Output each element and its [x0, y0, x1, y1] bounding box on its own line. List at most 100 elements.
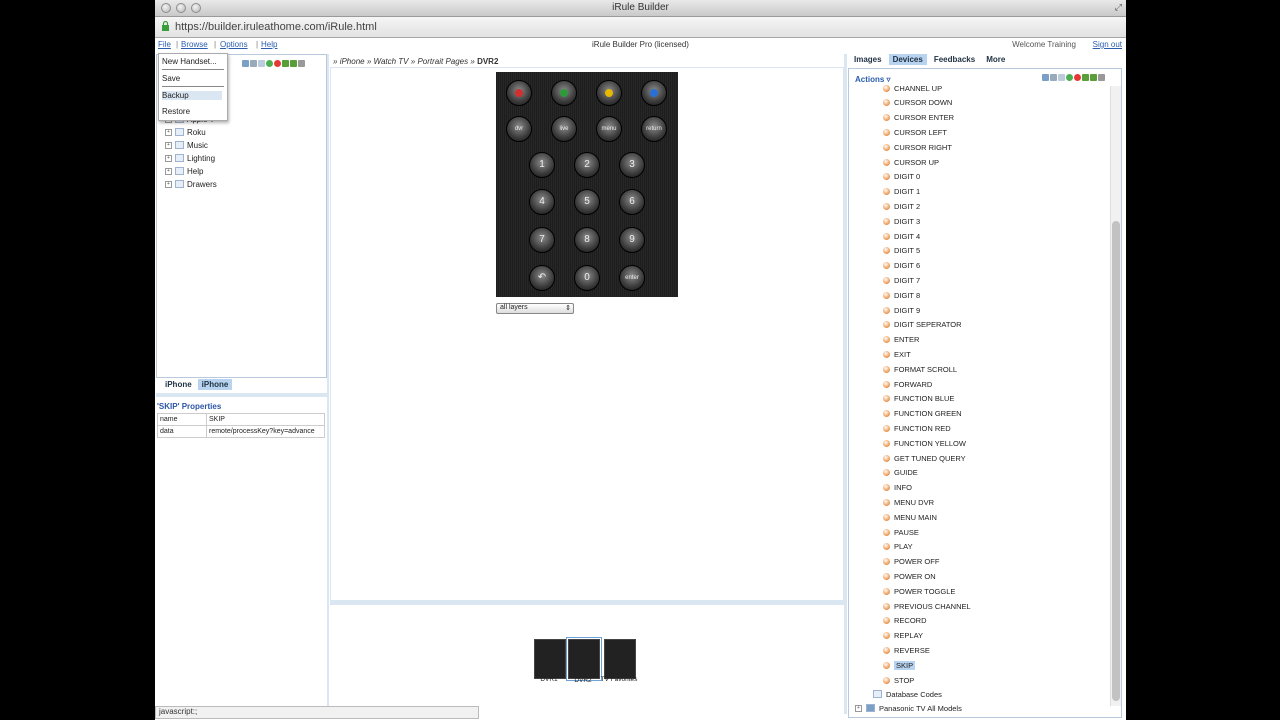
command-item[interactable]: DIGIT 3: [883, 215, 920, 227]
digit-6-button[interactable]: 6: [619, 189, 645, 215]
digit-1-button[interactable]: 1: [529, 152, 555, 178]
lock-icon[interactable]: [298, 60, 305, 67]
digit-5-button[interactable]: 5: [574, 189, 600, 215]
left-splitter[interactable]: [327, 54, 329, 706]
command-item[interactable]: POWER OFF: [883, 556, 939, 568]
layer-select[interactable]: all layers ⇕: [496, 303, 574, 314]
command-item[interactable]: DIGIT 1: [883, 186, 920, 198]
tree-item[interactable]: + Roku: [165, 126, 206, 138]
tab-more[interactable]: More: [982, 54, 1009, 65]
command-item[interactable]: DIGIT 0: [883, 171, 920, 183]
command-item[interactable]: DIGIT 5: [883, 245, 920, 257]
crumb-iphone[interactable]: iPhone: [340, 57, 365, 66]
move-down-icon[interactable]: [1090, 74, 1097, 81]
command-item[interactable]: FUNCTION YELLOW: [883, 437, 966, 449]
fullscreen-icon[interactable]: ⤢: [1115, 2, 1122, 13]
command-item[interactable]: FORWARD: [883, 378, 932, 390]
url-text[interactable]: https://builder.iruleathome.com/iRule.ht…: [175, 21, 377, 33]
command-item[interactable]: INFO: [883, 482, 912, 494]
address-bar[interactable]: https://builder.iruleathome.com/iRule.ht…: [155, 17, 1126, 38]
command-item[interactable]: PLAY: [883, 541, 913, 553]
page-thumbnail-dvr2[interactable]: [566, 637, 602, 681]
command-item[interactable]: DIGIT 4: [883, 230, 920, 242]
expand-icon[interactable]: +: [165, 167, 172, 175]
command-item[interactable]: FUNCTION BLUE: [883, 393, 954, 405]
tree-item[interactable]: + Lighting: [165, 152, 215, 164]
page-thumbnail-tv-favorites[interactable]: [604, 639, 636, 679]
expand-icon[interactable]: +: [165, 154, 172, 162]
return-button[interactable]: return: [641, 116, 667, 142]
digit-0-button[interactable]: 0: [574, 265, 600, 291]
command-item[interactable]: CURSOR RIGHT: [883, 141, 952, 153]
menu-item-new-handset[interactable]: New Handset...: [162, 57, 217, 66]
command-item[interactable]: REVERSE: [883, 644, 930, 656]
command-item[interactable]: DIGIT SEPERATOR: [883, 319, 962, 331]
add-icon[interactable]: [266, 60, 273, 67]
command-item[interactable]: SKIP: [883, 659, 916, 671]
tree-item[interactable]: + Music: [165, 139, 208, 151]
delete-icon[interactable]: [274, 60, 281, 67]
function-blue-button[interactable]: [641, 80, 667, 106]
scrollbar-thumb[interactable]: [1112, 221, 1120, 701]
command-item[interactable]: CURSOR LEFT: [883, 126, 947, 138]
property-value[interactable]: SKIP: [206, 413, 325, 426]
page-thumbnail-dvr1[interactable]: [534, 639, 566, 679]
command-list-scrollbar[interactable]: [1110, 86, 1121, 706]
copy-icon[interactable]: [250, 60, 257, 67]
move-down-icon[interactable]: [290, 60, 297, 67]
delete-icon[interactable]: [1074, 74, 1081, 81]
command-item[interactable]: CHANNEL UP: [883, 82, 942, 94]
expand-icon[interactable]: +: [165, 180, 172, 188]
add-icon[interactable]: [1066, 74, 1073, 81]
replay-icon[interactable]: ↶: [529, 265, 555, 291]
expand-icon[interactable]: +: [165, 128, 172, 136]
expand-icon[interactable]: +: [165, 141, 172, 149]
command-item[interactable]: PREVIOUS CHANNEL: [883, 600, 971, 612]
database-codes-item[interactable]: Database Codes: [873, 688, 942, 700]
signout-link[interactable]: Sign out: [1093, 40, 1122, 49]
command-item[interactable]: CURSOR ENTER: [883, 112, 954, 124]
command-item[interactable]: ENTER: [883, 334, 919, 346]
menu-item-backup[interactable]: Backup: [162, 91, 222, 100]
cut-icon[interactable]: [242, 60, 249, 67]
function-yellow-button[interactable]: [596, 80, 622, 106]
command-item[interactable]: MENU DVR: [883, 496, 934, 508]
command-item[interactable]: POWER ON: [883, 570, 936, 582]
lock-icon[interactable]: [1098, 74, 1105, 81]
right-splitter[interactable]: [844, 54, 847, 714]
command-item[interactable]: DIGIT 8: [883, 289, 920, 301]
digit-8-button[interactable]: 8: [574, 227, 600, 253]
command-item[interactable]: DIGIT 9: [883, 304, 920, 316]
digit-2-button[interactable]: 2: [574, 152, 600, 178]
command-item[interactable]: DIGIT 7: [883, 274, 920, 286]
tree-item[interactable]: + Drawers: [165, 178, 217, 190]
menu-item-restore[interactable]: Restore: [162, 107, 190, 116]
tab-iphone-active[interactable]: iPhone: [197, 379, 233, 390]
copy-icon[interactable]: [1050, 74, 1057, 81]
digit-3-button[interactable]: 3: [619, 152, 645, 178]
command-item[interactable]: FUNCTION RED: [883, 422, 951, 434]
splitter[interactable]: [156, 393, 327, 397]
digit-7-button[interactable]: 7: [529, 227, 555, 253]
command-item[interactable]: MENU MAIN: [883, 511, 937, 523]
crumb-portrait-pages[interactable]: Portrait Pages: [417, 57, 468, 66]
command-item[interactable]: DIGIT 2: [883, 200, 920, 212]
enter-button[interactable]: enter: [619, 265, 645, 291]
command-item[interactable]: RECORD: [883, 615, 927, 627]
command-item[interactable]: CURSOR DOWN: [883, 97, 952, 109]
command-item[interactable]: GET TUNED QUERY: [883, 452, 966, 464]
command-item[interactable]: STOP: [883, 674, 914, 686]
command-item[interactable]: EXIT: [883, 348, 911, 360]
move-up-icon[interactable]: [282, 60, 289, 67]
move-up-icon[interactable]: [1082, 74, 1089, 81]
command-item[interactable]: REPLAY: [883, 630, 923, 642]
expand-icon[interactable]: +: [855, 704, 862, 712]
tree-item[interactable]: + Help: [165, 165, 203, 177]
dvr-button[interactable]: dvr: [506, 116, 532, 142]
tab-feedbacks[interactable]: Feedbacks: [930, 54, 979, 65]
live-button[interactable]: live: [551, 116, 577, 142]
command-item[interactable]: FUNCTION GREEN: [883, 408, 962, 420]
command-item[interactable]: PAUSE: [883, 526, 919, 538]
tab-images[interactable]: Images: [850, 54, 886, 65]
function-red-button[interactable]: [506, 80, 532, 106]
